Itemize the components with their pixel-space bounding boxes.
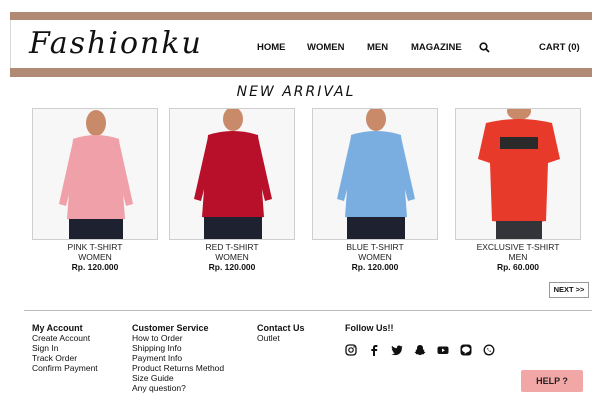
line-icon[interactable] bbox=[460, 343, 472, 356]
footer-link-sign-in[interactable]: Sign In bbox=[32, 343, 98, 353]
footer-link-any-question[interactable]: Any question? bbox=[132, 383, 224, 393]
product-card[interactable]: BLUE T-SHIRT WOMEN Rp. 120.000 bbox=[312, 108, 438, 272]
facebook-icon[interactable] bbox=[368, 343, 380, 356]
footer-customer-service: Customer Service How to Order Shipping I… bbox=[132, 323, 224, 393]
product-price: Rp. 120.000 bbox=[208, 262, 256, 272]
footer-link-how-to-order[interactable]: How to Order bbox=[132, 333, 224, 343]
footer-heading: Follow Us!! bbox=[345, 323, 394, 333]
product-image[interactable] bbox=[169, 108, 295, 240]
footer-heading: My Account bbox=[32, 323, 83, 333]
site-header: Fashionku HOME WOMEN MEN MAGAZINE CART (… bbox=[10, 20, 592, 68]
product-price: Rp. 120.000 bbox=[71, 262, 119, 272]
product-category: MEN bbox=[508, 251, 528, 262]
search-icon[interactable] bbox=[479, 40, 491, 53]
nav-women[interactable]: WOMEN bbox=[307, 42, 344, 53]
footer-link-create-account[interactable]: Create Account bbox=[32, 333, 98, 343]
social-icons bbox=[345, 343, 495, 356]
product-card[interactable]: RED T-SHIRT WOMEN Rp. 120.000 bbox=[169, 108, 295, 272]
cart-link[interactable]: CART (0) bbox=[539, 42, 580, 53]
product-image[interactable] bbox=[312, 108, 438, 240]
site-logo[interactable]: Fashionku bbox=[29, 26, 203, 61]
footer-link-outlet[interactable]: Outlet bbox=[257, 333, 305, 343]
product-category: WOMEN bbox=[215, 251, 249, 262]
footer-link-shipping-info[interactable]: Shipping Info bbox=[132, 343, 224, 353]
tshirt-shape bbox=[345, 131, 407, 220]
footer-link-size-guide[interactable]: Size Guide bbox=[132, 373, 224, 383]
youtube-icon[interactable] bbox=[437, 343, 449, 355]
header-top-bar bbox=[10, 12, 592, 20]
footer-follow: Follow Us!! bbox=[345, 323, 394, 333]
product-price: Rp. 120.000 bbox=[351, 262, 399, 272]
nav-men[interactable]: MEN bbox=[367, 42, 388, 53]
footer-my-account: My Account Create Account Sign In Track … bbox=[32, 323, 98, 373]
section-title: NEW ARRIVAL bbox=[236, 84, 356, 100]
product-image[interactable] bbox=[32, 108, 158, 240]
footer-link-payment-info[interactable]: Payment Info bbox=[132, 353, 224, 363]
footer-link-returns[interactable]: Product Returns Method bbox=[132, 363, 224, 373]
product-card[interactable]: PINK T-SHIRT WOMEN Rp. 120.000 bbox=[32, 108, 158, 272]
tshirt-shape bbox=[202, 131, 264, 220]
footer-link-track-order[interactable]: Track Order bbox=[32, 353, 98, 363]
product-price: Rp. 60.000 bbox=[496, 262, 540, 272]
product-image[interactable] bbox=[455, 108, 581, 240]
instagram-icon[interactable] bbox=[345, 343, 357, 356]
whatsapp-icon[interactable] bbox=[483, 343, 495, 356]
nav-magazine[interactable]: MAGAZINE bbox=[411, 42, 462, 53]
product-category: WOMEN bbox=[78, 251, 112, 262]
next-button[interactable]: NEXT >> bbox=[549, 282, 589, 298]
header-bottom-bar bbox=[10, 68, 592, 77]
footer-link-confirm-payment[interactable]: Confirm Payment bbox=[32, 363, 98, 373]
snapchat-icon[interactable] bbox=[414, 343, 426, 356]
footer-heading: Customer Service bbox=[132, 323, 209, 333]
help-button[interactable]: HELP ? bbox=[521, 370, 583, 392]
nav-home[interactable]: HOME bbox=[257, 42, 286, 53]
footer-divider bbox=[24, 310, 592, 311]
product-card[interactable]: EXCLUSIVE T-SHIRT MEN Rp. 60.000 bbox=[455, 108, 581, 272]
product-category: WOMEN bbox=[358, 251, 392, 262]
footer-heading: Contact Us bbox=[257, 323, 305, 333]
footer-contact: Contact Us Outlet bbox=[257, 323, 305, 343]
twitter-icon[interactable] bbox=[391, 343, 403, 356]
